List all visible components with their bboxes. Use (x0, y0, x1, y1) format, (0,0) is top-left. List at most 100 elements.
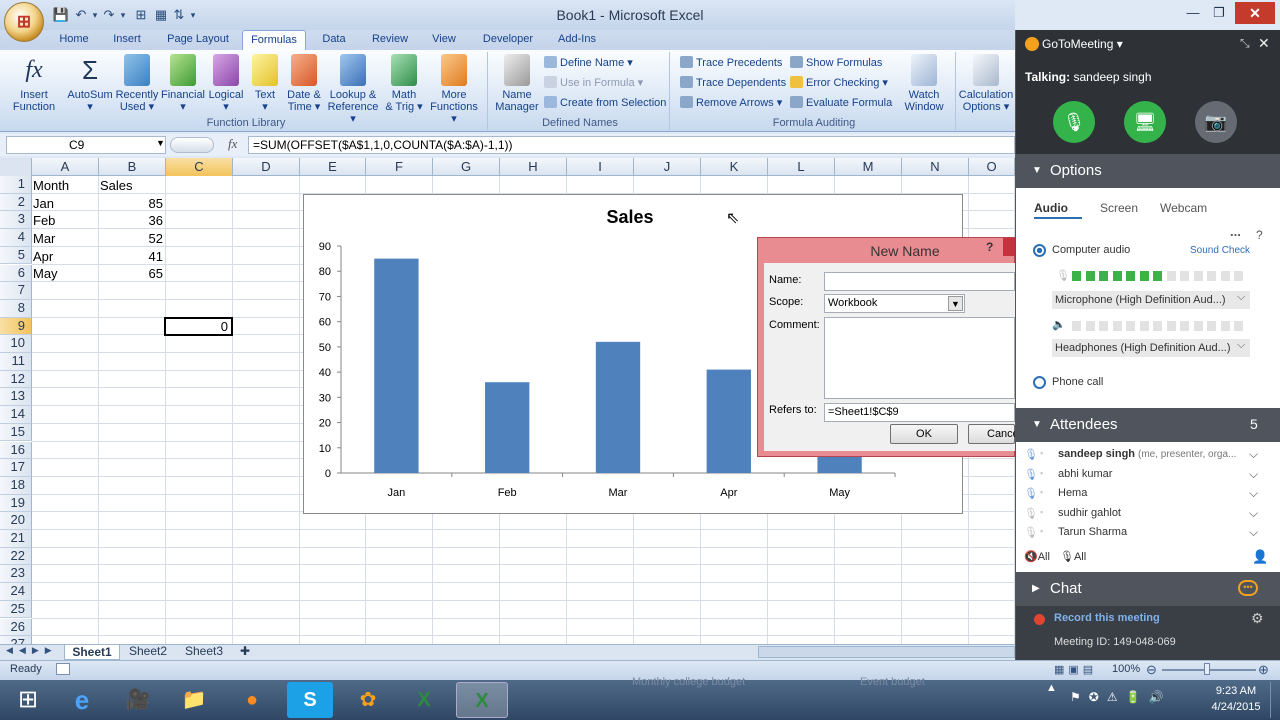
gotomeeting-taskbar-button[interactable]: ✿ (342, 682, 394, 718)
headphones-select[interactable]: Headphones (High Definition Aud...) (1052, 339, 1250, 357)
row-header-13[interactable]: 13 (0, 388, 32, 407)
date-time-button[interactable]: Date & Time ▾ (284, 54, 324, 113)
row-header-17[interactable]: 17 (0, 459, 32, 477)
column-header-e[interactable]: E (300, 158, 366, 176)
column-header-o[interactable]: O (969, 158, 1015, 176)
math-trig-button[interactable]: Math & Trig ▾ (382, 54, 426, 113)
cell-b4[interactable]: 52 (100, 230, 163, 247)
office-button[interactable]: ⊞ (4, 2, 44, 42)
clock-time[interactable]: 9:23 AM (1212, 685, 1260, 697)
error-checking-button[interactable]: Error Checking ▾ (790, 74, 888, 92)
save-icon[interactable]: 💾 (52, 6, 70, 24)
bar-feb[interactable] (485, 382, 530, 473)
cell-b1[interactable]: Sales (100, 177, 133, 194)
column-header-d[interactable]: D (233, 158, 300, 176)
tab-screen[interactable]: Screen (1100, 201, 1138, 215)
text-button[interactable]: Text ▾ (248, 54, 282, 113)
row-header-14[interactable]: 14 (0, 406, 32, 424)
sound-check-link[interactable]: Sound Check (1190, 245, 1250, 256)
tab-review[interactable]: Review (364, 30, 416, 50)
remove-arrows-button[interactable]: Remove Arrows ▾ (680, 94, 782, 112)
row-header-5[interactable]: 5 (0, 246, 32, 265)
column-header-m[interactable]: M (835, 158, 902, 176)
view-buttons-icon[interactable]: ▦▣▤ (1054, 663, 1114, 676)
recently-used-button[interactable]: Recently Used ▾ (114, 54, 160, 113)
microphone-button[interactable]: 🎙 (1053, 101, 1095, 143)
collapse-panel-icon[interactable]: ⤡ (1240, 36, 1250, 51)
fx-icon[interactable]: fx (228, 136, 237, 152)
attendee-expand-icon[interactable]: ⌵ (1249, 486, 1258, 501)
row-header-20[interactable]: 20 (0, 512, 32, 530)
mute-all-button[interactable]: 🔇All (1024, 550, 1050, 563)
cell-a1[interactable]: Month (33, 177, 69, 194)
tab-view[interactable]: View (424, 30, 464, 50)
attendee-mic-icon[interactable]: 🎙 (1024, 507, 1038, 520)
chat-bubble-icon[interactable]: ••• (1238, 580, 1258, 596)
column-header-n[interactable]: N (902, 158, 969, 176)
cell-b3[interactable]: 36 (100, 212, 163, 229)
column-header-l[interactable]: L (768, 158, 835, 176)
more-options-icon[interactable]: ... (1230, 224, 1241, 239)
zoom-out-icon[interactable]: ⊖ (1146, 662, 1157, 678)
gotomeeting-menu[interactable]: GoToMeeting ▾ (1042, 37, 1123, 51)
row-header-15[interactable]: 15 (0, 423, 32, 442)
clock-date[interactable]: 4/24/2015 (1206, 701, 1266, 713)
macro-record-icon[interactable] (56, 663, 70, 675)
more-functions-button[interactable]: More Functions ▾ (426, 54, 482, 125)
cell-b5[interactable]: 41 (100, 248, 163, 265)
define-name-button[interactable]: Define Name ▾ (544, 54, 633, 72)
column-header-k[interactable]: K (701, 158, 768, 176)
insert-sheet-icon[interactable]: ✚ (234, 644, 256, 660)
bar-apr[interactable] (706, 369, 751, 473)
logical-button[interactable]: Logical ▾ (206, 54, 246, 113)
horizontal-scrollbar[interactable] (758, 646, 1015, 658)
audio-help-icon[interactable]: ? (1256, 228, 1263, 242)
row-header-6[interactable]: 6 (0, 264, 32, 283)
sheet-tab-sheet3[interactable]: Sheet3 (178, 644, 230, 660)
invite-attendee-icon[interactable]: 👤 (1252, 549, 1268, 565)
grid-icon[interactable]: ▦ (152, 6, 170, 24)
column-header-b[interactable]: B (99, 158, 166, 176)
file-explorer-button[interactable]: 📁 (168, 682, 220, 718)
phone-call-radio[interactable] (1033, 376, 1046, 389)
name-manager-button[interactable]: Name Manager (494, 54, 540, 113)
internet-explorer-button[interactable]: e (56, 682, 108, 718)
cell-c9-selected[interactable]: 0 (164, 317, 233, 336)
sheet-tab-sheet2[interactable]: Sheet2 (122, 644, 174, 660)
cell-b2[interactable]: 85 (100, 195, 163, 212)
attendee-row[interactable]: 🎙 ▪ sudhir gahlot ⌵ (1016, 506, 1280, 525)
firefox-button[interactable]: ● (226, 682, 278, 718)
start-button[interactable]: ⊞ (2, 682, 54, 718)
row-header-21[interactable]: 21 (0, 530, 32, 548)
attendee-expand-icon[interactable]: ⌵ (1249, 447, 1258, 462)
column-header-g[interactable]: G (433, 158, 500, 176)
attendee-mic-icon[interactable]: 🎙 (1024, 487, 1038, 500)
sheet-tab-sheet1[interactable]: Sheet1 (64, 644, 120, 660)
tray-overflow-icon[interactable]: ▲ (1046, 682, 1057, 694)
trace-precedents-button[interactable]: Trace Precedents (680, 54, 782, 72)
autosum-button[interactable]: Σ AutoSum ▾ (64, 54, 116, 113)
row-header-26[interactable]: 26 (0, 618, 32, 637)
show-desktop-button[interactable] (1270, 682, 1278, 718)
bar-mar[interactable] (595, 341, 641, 473)
evaluate-formula-button[interactable]: Evaluate Formula (790, 94, 892, 112)
row-header-22[interactable]: 22 (0, 547, 32, 566)
cell-a2[interactable]: Jan (33, 195, 54, 212)
attendee-expand-icon[interactable]: ⌵ (1249, 467, 1258, 482)
formula-input[interactable]: =SUM(OFFSET($A$1,1,0,COUNTA($A:$A)-1,1)) (248, 136, 1015, 154)
dialog-help-icon[interactable]: ? (986, 240, 1002, 254)
close-icon[interactable]: ✕ (1235, 2, 1275, 24)
tab-developer[interactable]: Developer (476, 30, 540, 50)
column-header-j[interactable]: J (634, 158, 701, 176)
excel-taskbar-button[interactable]: X (398, 682, 450, 718)
settings-gear-icon[interactable]: ⚙ (1251, 610, 1264, 627)
computer-audio-radio[interactable] (1033, 244, 1046, 257)
tab-webcam[interactable]: Webcam (1160, 201, 1207, 215)
zoom-slider-thumb[interactable] (1204, 663, 1210, 675)
zoom-in-icon[interactable]: ⊕ (1258, 662, 1269, 678)
refers-to-input[interactable]: =Sheet1!$C$9 (824, 403, 1015, 422)
tab-formulas[interactable]: Formulas (242, 30, 306, 51)
row-header-11[interactable]: 11 (0, 353, 32, 371)
row-header-7[interactable]: 7 (0, 282, 32, 300)
attendee-expand-icon[interactable]: ⌵ (1249, 506, 1258, 521)
